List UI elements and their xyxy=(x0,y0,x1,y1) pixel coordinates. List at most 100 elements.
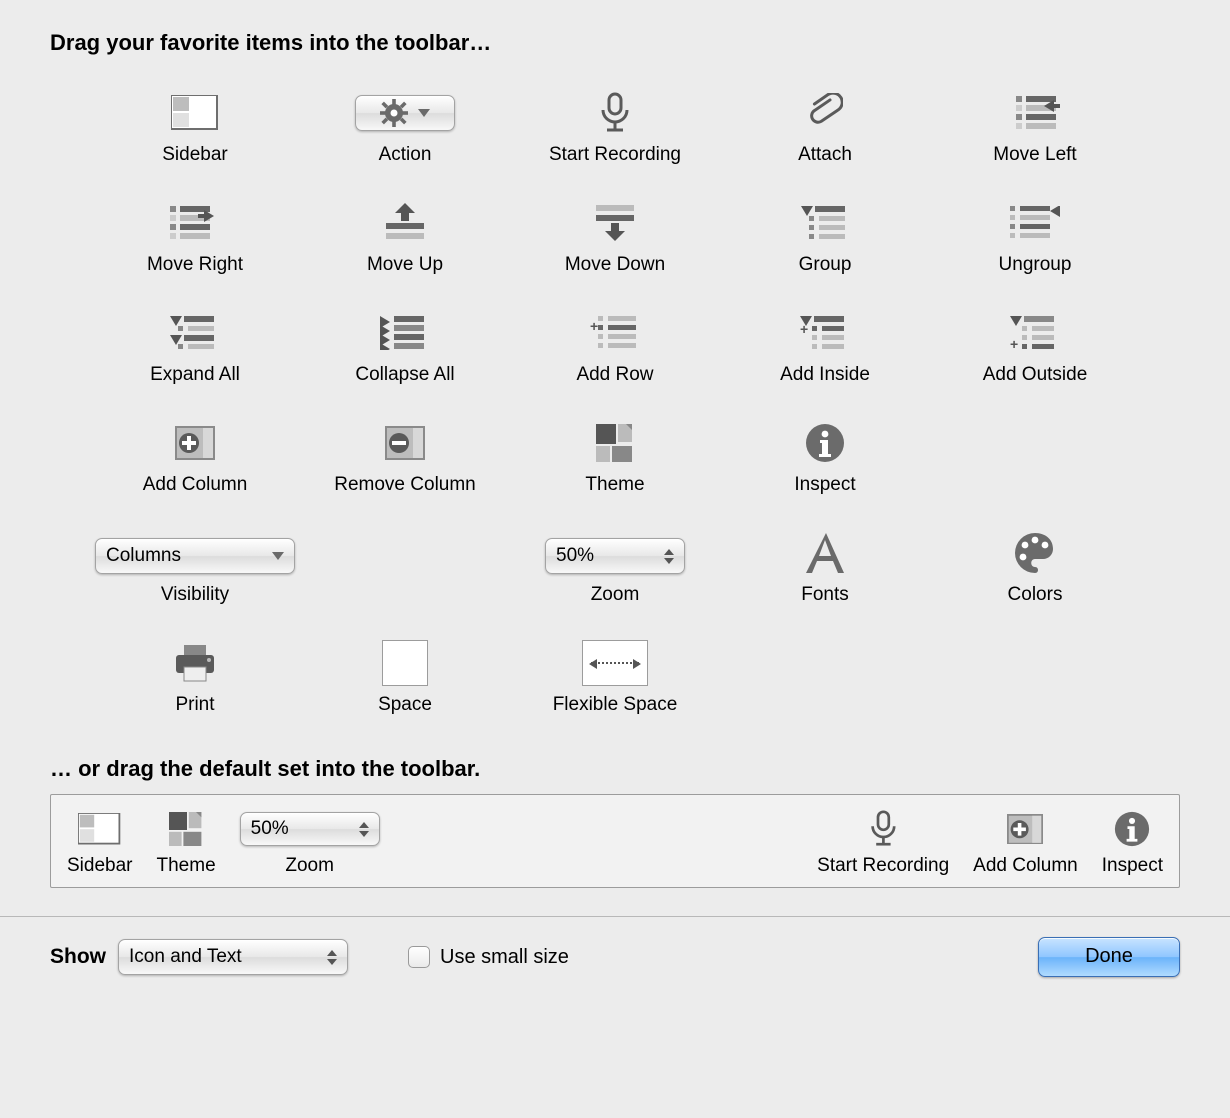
zoom-value: 50% xyxy=(251,818,289,840)
toolbar-item-remove-column[interactable]: Remove Column xyxy=(300,416,510,496)
palette-icon xyxy=(1013,530,1057,576)
label: Group xyxy=(799,254,852,276)
toolbar-item-action[interactable]: Action xyxy=(300,86,510,166)
toolbar-item-move-down[interactable]: Move Down xyxy=(510,196,720,276)
toolbar-item-print[interactable]: Print xyxy=(90,636,300,716)
toolbar-item-space[interactable]: Space xyxy=(300,636,510,716)
toolbar-item-theme[interactable]: Theme xyxy=(510,416,720,496)
checkbox-label: Use small size xyxy=(440,946,569,969)
show-mode-value: Icon and Text xyxy=(129,946,242,968)
label: Add Column xyxy=(143,474,248,496)
add-inside-icon: + xyxy=(800,310,850,356)
footer: Show Icon and Text Use small size Done xyxy=(50,917,1180,1005)
sidebar-icon xyxy=(78,809,122,849)
zoom-combobox[interactable]: 50% xyxy=(545,538,685,574)
label: Start Recording xyxy=(817,855,949,877)
add-outside-icon: + xyxy=(1010,310,1060,356)
remove-column-icon xyxy=(385,420,425,466)
label: Move Down xyxy=(565,254,665,276)
label: Start Recording xyxy=(549,144,681,166)
info-icon xyxy=(1114,809,1150,849)
info-icon xyxy=(805,420,845,466)
microphone-icon xyxy=(599,90,631,136)
label: Add Inside xyxy=(780,364,870,386)
label: Inspect xyxy=(1102,855,1163,877)
checkbox-box[interactable] xyxy=(408,946,430,968)
toolbar-item-add-outside[interactable]: + Add Outside xyxy=(930,306,1140,386)
default-item-inspect[interactable]: Inspect xyxy=(1102,809,1163,877)
svg-text:+: + xyxy=(590,318,598,334)
visibility-popup[interactable]: Columns xyxy=(95,538,295,574)
toolbar-item-flexible-space[interactable]: Flexible Space xyxy=(510,636,720,716)
label: Zoom xyxy=(591,584,640,606)
label: Print xyxy=(175,694,214,716)
default-item-add-column[interactable]: Add Column xyxy=(973,809,1078,877)
default-toolbar-set[interactable]: Sidebar Theme 50% Zoom Start Recording xyxy=(50,794,1180,888)
toolbar-item-attach[interactable]: Attach xyxy=(720,86,930,166)
label: Expand All xyxy=(150,364,240,386)
visibility-value: Columns xyxy=(106,545,181,567)
toolbar-item-move-right[interactable]: Move Right xyxy=(90,196,300,276)
svg-text:+: + xyxy=(1010,336,1018,350)
label: Visibility xyxy=(161,584,229,606)
move-left-icon xyxy=(1010,90,1060,136)
label: Sidebar xyxy=(67,855,133,877)
toolbar-item-collapse-all[interactable]: Collapse All xyxy=(300,306,510,386)
gear-icon xyxy=(380,99,408,127)
move-right-icon xyxy=(170,200,220,246)
done-button[interactable]: Done xyxy=(1038,937,1180,977)
microphone-icon xyxy=(869,809,897,849)
toolbar-item-move-left[interactable]: Move Left xyxy=(930,86,1140,166)
show-label: Show xyxy=(50,945,106,969)
toolbar-item-group[interactable]: Group xyxy=(720,196,930,276)
toolbar-item-sidebar[interactable]: Sidebar xyxy=(90,86,300,166)
default-item-start-recording[interactable]: Start Recording xyxy=(817,809,949,877)
theme-icon xyxy=(169,809,203,849)
show-mode-popup[interactable]: Icon and Text xyxy=(118,939,348,975)
label: Flexible Space xyxy=(553,694,678,716)
label: Theme xyxy=(157,855,216,877)
zoom-value: 50% xyxy=(556,545,594,567)
toolbar-item-move-up[interactable]: Move Up xyxy=(300,196,510,276)
toolbar-item-zoom[interactable]: 50% Zoom xyxy=(510,526,720,606)
label: Add Row xyxy=(576,364,653,386)
add-column-icon xyxy=(175,420,215,466)
action-button[interactable] xyxy=(355,90,455,136)
label: Action xyxy=(379,144,432,166)
label: Ungroup xyxy=(999,254,1072,276)
toolbar-item-ungroup[interactable]: Ungroup xyxy=(930,196,1140,276)
toolbar-item-add-column[interactable]: Add Column xyxy=(90,416,300,496)
paperclip-icon xyxy=(807,90,843,136)
label: Theme xyxy=(585,474,644,496)
chevron-up-icon xyxy=(359,822,369,828)
label: Inspect xyxy=(794,474,855,496)
toolbar-item-colors[interactable]: Colors xyxy=(930,526,1140,606)
default-item-theme[interactable]: Theme xyxy=(157,809,216,877)
toolbar-item-add-inside[interactable]: + Add Inside xyxy=(720,306,930,386)
toolbar-item-start-recording[interactable]: Start Recording xyxy=(510,86,720,166)
fonts-icon xyxy=(804,530,846,576)
default-item-sidebar[interactable]: Sidebar xyxy=(67,809,133,877)
heading: Drag your favorite items into the toolba… xyxy=(50,30,1180,56)
theme-icon xyxy=(596,420,634,466)
label: Move Left xyxy=(993,144,1076,166)
group-icon xyxy=(801,200,849,246)
subheading: … or drag the default set into the toolb… xyxy=(50,756,1180,782)
toolbar-item-visibility[interactable]: Columns Visibility xyxy=(90,526,300,606)
label: Fonts xyxy=(801,584,849,606)
toolbar-item-fonts[interactable]: Fonts xyxy=(720,526,930,606)
add-row-icon: + xyxy=(590,310,640,356)
label: Move Right xyxy=(147,254,243,276)
add-column-icon xyxy=(1007,809,1043,849)
chevron-down-icon xyxy=(359,831,369,837)
chevron-down-icon xyxy=(418,109,430,117)
toolbar-item-inspect[interactable]: Inspect xyxy=(720,416,930,496)
zoom-combobox[interactable]: 50% xyxy=(240,812,380,846)
chevron-up-icon xyxy=(664,549,674,555)
toolbar-item-expand-all[interactable]: Expand All xyxy=(90,306,300,386)
label: Attach xyxy=(798,144,852,166)
label: Add Column xyxy=(973,855,1078,877)
use-small-size-checkbox[interactable]: Use small size xyxy=(408,946,569,969)
default-item-zoom[interactable]: 50% Zoom xyxy=(240,809,380,877)
toolbar-item-add-row[interactable]: + Add Row xyxy=(510,306,720,386)
